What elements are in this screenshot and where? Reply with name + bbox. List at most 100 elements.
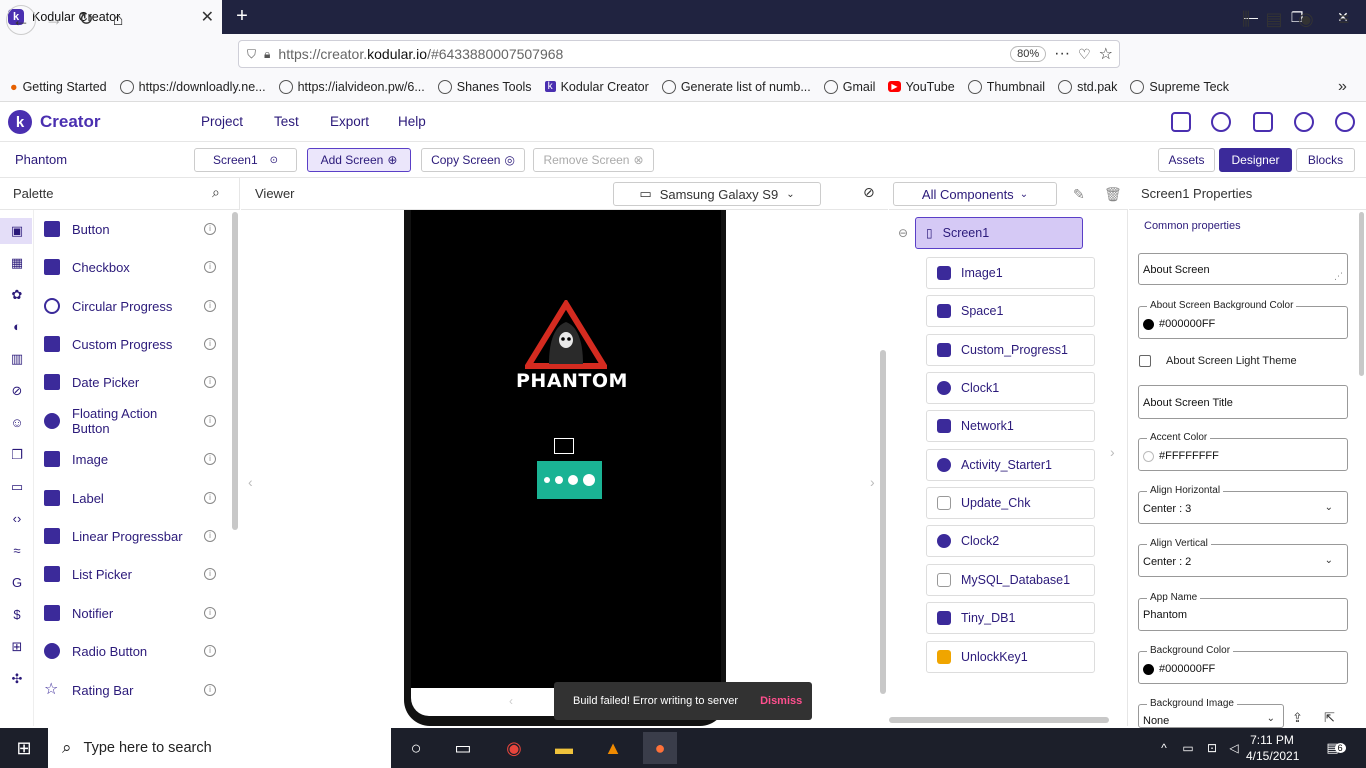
component-item[interactable]: Update_Chk — [926, 487, 1095, 519]
component-item[interactable]: UnlockKey1 — [926, 641, 1095, 673]
palette-item-rating-bar[interactable]: ☆ Rating Bar i — [34, 671, 230, 709]
info-icon[interactable]: i — [204, 492, 216, 504]
component-item[interactable]: Clock2 — [926, 525, 1095, 557]
close-tab-icon[interactable]: ✕ — [201, 7, 214, 27]
taskbar-search[interactable]: ⌕ Type here to search — [48, 728, 391, 768]
remove-screen-button[interactable]: Remove Screen ⊗ — [533, 148, 654, 172]
forward-icon[interactable]: → — [40, 5, 68, 33]
light-theme-checkbox[interactable] — [1139, 355, 1151, 367]
layout-icon[interactable]: ▦ — [8, 254, 26, 272]
bookmark-item[interactable]: Shanes Tools — [437, 79, 532, 94]
dismiss-button[interactable]: Dismiss — [760, 695, 802, 707]
palette-item-image[interactable]: Image i — [34, 440, 230, 478]
monetization-icon[interactable]: $ — [8, 606, 26, 624]
menu-icon[interactable]: ≡ — [1330, 5, 1358, 33]
menu-export[interactable]: Export — [330, 114, 369, 129]
component-item[interactable]: Clock1 — [926, 372, 1095, 404]
puzzle-icon[interactable]: ✣ — [8, 670, 26, 688]
code-icon[interactable]: ‹› — [8, 510, 26, 528]
assets-button[interactable]: Assets — [1158, 148, 1215, 172]
bookmark-star-icon[interactable]: ☆ — [1099, 44, 1113, 64]
about-screen-title-field[interactable]: About Screen Title — [1138, 385, 1348, 419]
cortana-icon[interactable]: ○ — [399, 732, 433, 764]
home-icon[interactable]: ⌂ — [104, 5, 132, 33]
sidebar-icon[interactable]: ▤ — [1260, 5, 1288, 33]
pocket-icon[interactable]: ♡ — [1078, 46, 1091, 63]
components-filter-select[interactable]: All Components ⌄ — [893, 182, 1057, 206]
palette-item-notifier[interactable]: Notifier i — [34, 594, 230, 632]
info-icon[interactable]: i — [204, 376, 216, 388]
component-screen1[interactable]: ▯ Screen1 — [915, 217, 1083, 249]
screen-select[interactable]: Screen1 ⊙ — [194, 148, 297, 172]
user-interface-icon[interactable]: ▣ — [8, 222, 26, 240]
device-select[interactable]: ▭ Samsung Galaxy S9 ⌄ — [613, 182, 821, 206]
component-item[interactable]: MySQL_Database1 — [926, 564, 1095, 596]
component-item[interactable]: Activity_Starter1 — [926, 449, 1095, 481]
library-icon[interactable]: ⫼ — [1232, 5, 1260, 33]
palette-item-linear-progressbar[interactable]: Linear Progressbar i — [34, 517, 230, 555]
info-icon[interactable]: i — [204, 607, 216, 619]
palette-item-radio-button[interactable]: Radio Button i — [34, 632, 230, 670]
storage-icon[interactable]: ❐ — [8, 446, 26, 464]
palette-item-label[interactable]: Label i — [34, 479, 230, 517]
menu-project[interactable]: Project — [201, 114, 243, 129]
open-external-icon[interactable]: ⇱ — [1324, 710, 1335, 726]
maps-icon[interactable]: ▥ — [8, 350, 26, 368]
sensors-icon[interactable]: ⊘ — [8, 382, 26, 400]
drawing-icon[interactable]: ◐ — [8, 318, 26, 336]
community-icon[interactable] — [1211, 112, 1231, 132]
more-actions-icon[interactable]: ··· — [1054, 45, 1070, 63]
info-icon[interactable]: i — [204, 338, 216, 350]
background-color-field[interactable]: Background Color #000000FF — [1138, 645, 1348, 684]
account-icon[interactable]: ◉ — [1292, 5, 1320, 33]
chevron-up-icon[interactable]: ^ — [1152, 732, 1176, 764]
bookmark-item[interactable]: Gmail — [823, 79, 875, 94]
bookmark-item[interactable]: Supreme Teck — [1130, 79, 1229, 94]
palette-item-button[interactable]: Button i — [34, 210, 230, 248]
task-view-icon[interactable]: ▭ — [446, 732, 480, 764]
expand-right-icon[interactable]: › — [1110, 444, 1115, 460]
background-image-select[interactable]: Background Image None ⌄ — [1138, 698, 1284, 728]
palette-item-checkbox[interactable]: Checkbox i — [34, 248, 230, 286]
more-bookmarks-icon[interactable]: » — [1338, 78, 1347, 96]
component-item[interactable]: Image1 — [926, 257, 1095, 289]
palette-item-list-picker[interactable]: List Picker i — [34, 555, 230, 593]
app-name-field[interactable]: App Name Phantom — [1138, 592, 1348, 631]
social-icon[interactable]: ☺ — [8, 414, 26, 432]
bookmark-item[interactable]: Thumbnail — [967, 79, 1045, 94]
zoom-badge[interactable]: 80% — [1010, 46, 1047, 62]
extensions-grid-icon[interactable]: ⊞ — [8, 638, 26, 656]
copy-screen-button[interactable]: Copy Screen ◎ — [421, 148, 525, 172]
add-screen-button[interactable]: Add Screen ⊕ — [307, 148, 411, 172]
bookmark-item[interactable]: Generate list of numb... — [661, 79, 811, 94]
blocks-button[interactable]: Blocks — [1296, 148, 1355, 172]
info-icon[interactable]: i — [204, 645, 216, 657]
info-icon[interactable]: i — [204, 453, 216, 465]
url-bar[interactable]: ⛉ 🔒︎ https://creator.kodular.io/#6433880… — [238, 40, 1120, 68]
properties-scrollbar[interactable] — [1359, 212, 1364, 376]
bookmark-item[interactable]: ● Getting Started — [10, 80, 107, 94]
align-vertical-select[interactable]: Align Vertical Center : 2 ⌄ — [1138, 538, 1348, 577]
windows-start-icon[interactable]: ⊞ — [6, 732, 42, 764]
bookmark-item[interactable]: k Kodular Creator — [544, 80, 649, 94]
info-icon[interactable]: i — [204, 223, 216, 235]
taskbar-clock[interactable]: 7:11 PM 4/15/2021 — [1246, 732, 1299, 764]
palette-item-circular-progress[interactable]: Circular Progress i — [34, 287, 230, 325]
dollar-icon[interactable] — [1294, 112, 1314, 132]
info-icon[interactable]: i — [204, 568, 216, 580]
chevron-right-icon[interactable]: › — [870, 474, 875, 490]
media-icon[interactable]: ✿ — [8, 286, 26, 304]
info-icon[interactable]: i — [204, 415, 216, 427]
components-scrollbar[interactable] — [889, 717, 1109, 723]
accent-color-field[interactable]: Accent Color #FFFFFFFF — [1138, 432, 1348, 471]
hide-eye-icon[interactable]: ⊘ — [863, 184, 875, 201]
about-screen-field[interactable]: About Screen ⋰ — [1138, 253, 1348, 285]
palette-item-custom-progress[interactable]: Custom Progress i — [34, 325, 230, 363]
chevron-left-icon[interactable]: ‹ — [248, 474, 253, 490]
info-icon[interactable]: i — [204, 300, 216, 312]
back-icon[interactable]: ← — [6, 5, 36, 35]
file-explorer-icon[interactable]: ▬ — [547, 732, 581, 764]
notifications-icon[interactable]: ▤ 6 — [1316, 732, 1356, 764]
info-icon[interactable]: i — [204, 261, 216, 273]
chrome-icon[interactable]: ◉ — [497, 732, 531, 764]
